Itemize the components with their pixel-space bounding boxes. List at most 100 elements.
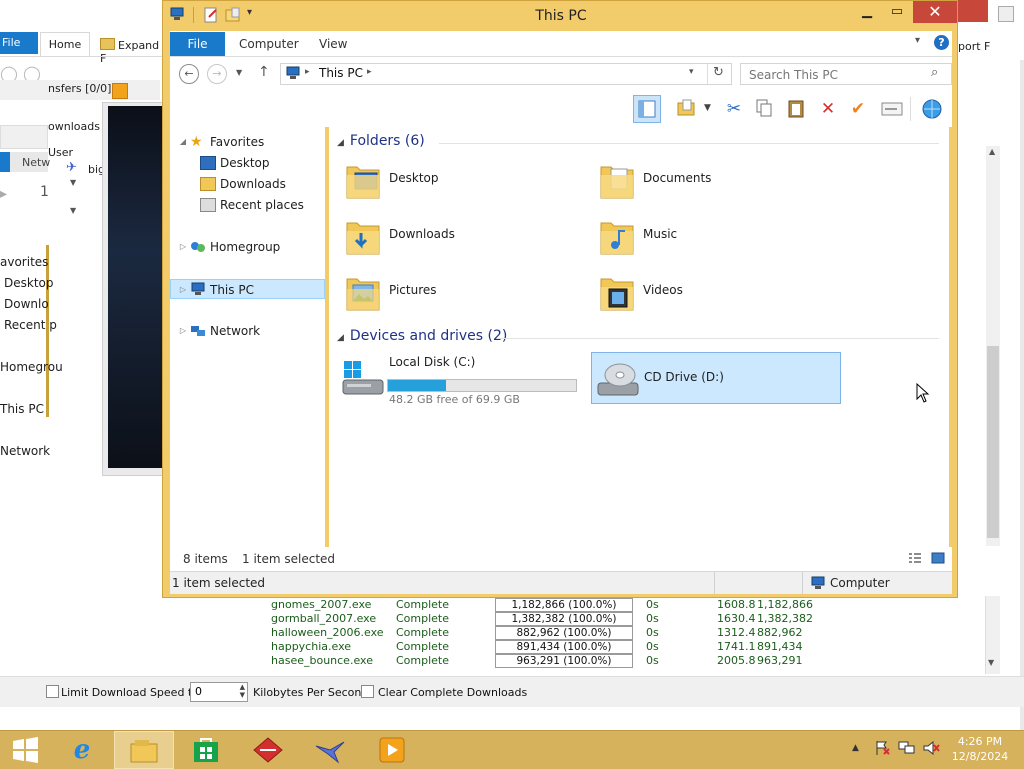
speed-limit-input[interactable] [191,683,239,699]
folder-desktop[interactable]: Desktop [337,157,587,207]
address-bar[interactable]: ▸ This PC ▸ ▾ ↻ [280,63,732,85]
taskbar-media-app[interactable] [362,731,422,769]
volume-muted-icon[interactable] [922,740,940,759]
drive-cd-d[interactable]: CD Drive (D:) [591,352,841,404]
network-status-icon[interactable] [898,740,916,759]
search-input[interactable] [747,65,921,84]
bg-file-tab[interactable]: File [0,32,38,54]
table-row[interactable]: happychia.exe Complete 891,434 (100.0%) … [50,640,950,654]
folder-downloads[interactable]: Downloads [337,213,587,263]
bg-nav-recent[interactable]: Recent p [4,318,57,332]
title-bar[interactable]: ▾ This PC ▁ ▭ ✕ [163,1,959,31]
stepper-arrows-icon[interactable]: ▲ ▼ [240,683,245,699]
chevron-down-icon[interactable]: ▼ [70,178,76,187]
collapse-group-icon[interactable]: ◢ [337,333,344,343]
search-icon[interactable]: ⌕ [931,65,938,80]
scrollbar-thumb[interactable] [987,346,999,538]
large-icons-view-icon[interactable] [931,552,945,567]
forward-button[interactable]: → [207,64,227,84]
close-button[interactable]: ✕ [913,1,957,23]
expand-arrow-icon[interactable]: ▷ [178,321,188,341]
taskbar-file-explorer[interactable] [114,731,174,769]
table-row[interactable]: gormball_2007.exe Complete 1,382,382 (10… [50,612,950,626]
action-center-flag-icon[interactable] [874,740,890,759]
up-button[interactable]: ↑ [258,64,270,80]
preview-pane-button[interactable] [633,95,661,123]
scroll-up-icon[interactable]: ▲ [989,147,995,156]
nav-favorites[interactable]: ◢ ★ Favorites [170,132,325,152]
media-icon[interactable] [112,83,128,99]
address-dropdown-icon[interactable]: ▾ [689,67,694,77]
taskbar-bird-app[interactable] [300,731,360,769]
folder-options-icon[interactable] [673,95,701,123]
delete-icon[interactable]: ✕ [814,95,842,123]
tab-computer[interactable]: Computer [239,32,299,56]
expand-ribbon-icon[interactable]: ▾ [915,35,920,46]
breadcrumb-chevron-icon[interactable]: ▸ [305,67,310,77]
table-row[interactable]: hasee_bounce.exe Complete 963,291 (100.0… [50,654,950,668]
collapse-arrow-icon[interactable]: ◢ [178,132,188,152]
bg-home-tab[interactable]: Home [40,32,90,57]
table-row[interactable]: gnomes_2007.exe Complete 1,182,866 (100.… [50,598,950,612]
bg-view-toggle[interactable] [0,125,48,149]
drive-local-disk-c[interactable]: Local Disk (C:) 48.2 GB free of 69.9 GB [337,352,587,406]
bg-export-label[interactable]: port F [958,40,990,53]
chevron-down-icon[interactable]: ▼ [704,103,711,113]
taskbar-internet-explorer[interactable]: e [52,731,112,769]
expand-arrow-icon[interactable]: ▷ [178,237,188,257]
recent-locations-icon[interactable]: ▼ [236,68,242,77]
speed-limit-stepper[interactable]: ▲▼ [190,682,248,702]
taskbar-red-app[interactable] [238,731,298,769]
bg-right-scroll[interactable] [1020,60,1024,730]
bg-expand-button[interactable]: Expand F [100,38,162,65]
nav-desktop[interactable]: Desktop [170,153,325,173]
bg-nav-desktop[interactable]: Desktop [4,276,54,290]
tab-file[interactable]: File [170,32,225,56]
content-scrollbar[interactable]: ▲ [986,146,1000,546]
devices-group-header[interactable]: ◢ Devices and drives (2) [337,328,507,344]
paste-icon[interactable] [782,95,810,123]
expand-arrow-icon[interactable]: ▷ [178,280,188,300]
back-button[interactable]: ← [179,64,199,84]
minimize-button[interactable]: ▁ [853,1,881,23]
folder-pictures[interactable]: Pictures [337,269,587,319]
up-icon[interactable]: 1 [40,184,49,200]
collapse-group-icon[interactable]: ◢ [337,138,344,148]
scroll-down-icon[interactable]: ▼ [988,658,994,667]
nav-downloads[interactable]: Downloads [170,174,325,194]
breadcrumb-chevron-icon[interactable]: ▸ [367,67,372,77]
folder-videos[interactable]: Videos [591,269,841,319]
bg-nav-this-pc[interactable]: This PC [0,402,44,416]
nav-network[interactable]: ▷ Network [170,321,325,341]
cut-icon[interactable]: ✂ [720,95,748,123]
breadcrumb-this-pc[interactable]: This PC [319,66,363,80]
system-clock[interactable]: 4:26 PM 12/8/2024 [944,734,1016,764]
details-view-icon[interactable] [908,552,922,567]
bg-nav-network[interactable]: Network [0,444,50,458]
refresh-icon[interactable]: ↻ [713,65,724,80]
bg-nav-homegroup[interactable]: Homegrou [0,360,63,374]
bg-nav-downloads[interactable]: Downlo [4,297,49,311]
maximize-button[interactable]: ▭ [883,1,911,23]
nav-homegroup[interactable]: ▷ Homegroup [170,237,325,257]
copy-icon[interactable] [750,95,778,123]
limit-speed-checkbox[interactable] [46,685,59,698]
folder-music[interactable]: Music [591,213,841,263]
search-box[interactable]: ⌕ [740,63,952,85]
network-globe-icon[interactable] [918,95,946,123]
download-list-scrollbar[interactable]: ▼ [985,596,1000,674]
tab-view[interactable]: View [319,32,347,56]
properties-icon[interactable] [878,95,906,123]
folder-documents[interactable]: Documents [591,157,841,207]
table-row[interactable]: halloween_2006.exe Complete 882,962 (100… [50,626,950,640]
taskbar-store[interactable] [176,731,236,769]
nav-recent-places[interactable]: Recent places [170,195,325,215]
rename-check-icon[interactable]: ✔ [844,95,872,123]
chevron-down-icon[interactable]: ▼ [70,206,76,215]
bg-close-button[interactable] [958,0,988,22]
folders-group-header[interactable]: ◢ Folders (6) [337,133,425,149]
show-hidden-icons-icon[interactable]: ▲ [852,743,859,753]
start-button[interactable] [0,731,50,769]
clear-complete-checkbox[interactable] [361,685,374,698]
help-icon[interactable]: ? [934,35,949,50]
